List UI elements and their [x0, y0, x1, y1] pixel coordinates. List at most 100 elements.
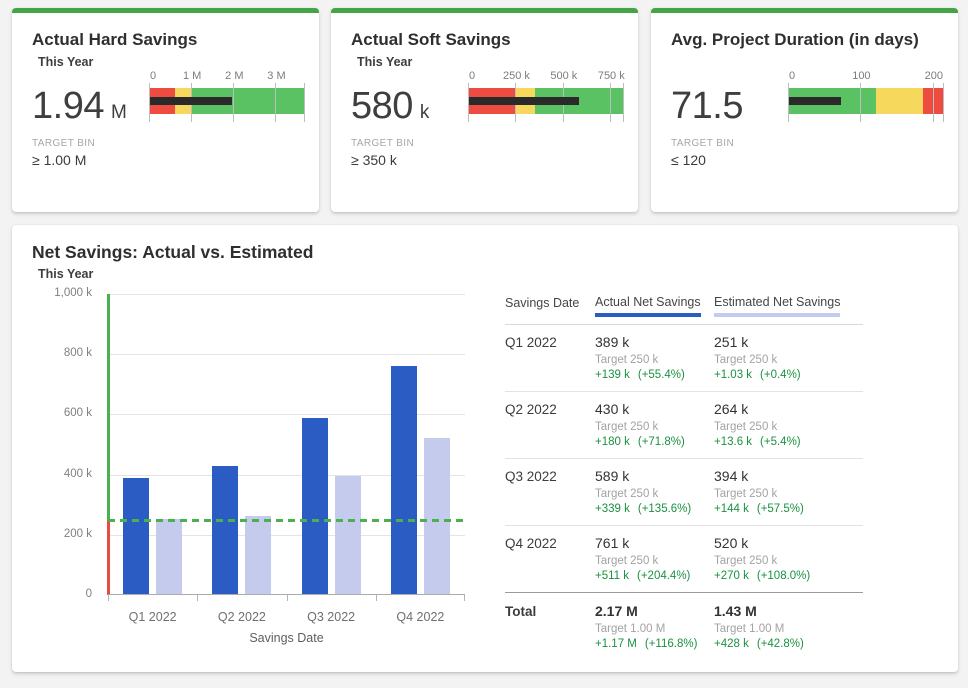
total-estimated-delta: +428 k(+42.8%): [714, 638, 863, 650]
estimated-bar[interactable]: [424, 438, 450, 595]
table-row-q1[interactable]: Q1 2022 389 k Target 250 k +139 k(+55.4%…: [505, 325, 863, 392]
chart-title: Net Savings: Actual vs. Estimated: [32, 242, 313, 263]
row-label: Q4 2022: [505, 535, 595, 582]
bullet-band: [789, 88, 944, 114]
bullet-axis-label: 250 k: [503, 70, 530, 82]
bullet-axis-label: 1 M: [183, 70, 201, 82]
bullet-axis-label: 2 M: [225, 70, 243, 82]
kpi-value-number: 580: [351, 85, 413, 128]
card-title: Avg. Project Duration (in days): [671, 30, 919, 50]
total-actual-value: 2.17 M: [595, 603, 714, 619]
actual-target: Target 250 k: [595, 421, 714, 433]
target-bin-label: TARGET BIN: [671, 138, 734, 149]
actual-delta: +339 k(+135.6%): [595, 503, 714, 515]
bullet-axis-label: 3 M: [267, 70, 285, 82]
y-axis-labels: 1,000 k 800 k 600 k 400 k 200 k 0: [12, 294, 100, 595]
actual-series-legend-bar: [595, 313, 701, 317]
estimated-series-legend-bar: [714, 313, 840, 317]
bar-group-q1-2022: [108, 294, 197, 595]
kpi-card-actual-hard-savings[interactable]: Actual Hard Savings This Year 1.94 M 01 …: [12, 8, 319, 212]
bullet-chart: 0 1 M 2 M 3 M: [150, 70, 305, 134]
bullet-band: [150, 88, 305, 114]
table-row-q3[interactable]: Q3 2022 589 k Target 250 k +339 k(+135.6…: [505, 459, 863, 526]
bullet-axis-labels: 0100200: [789, 70, 944, 84]
bullet-measure-bar: [469, 97, 579, 105]
table-row-q2[interactable]: Q2 2022 430 k Target 250 k +180 k(+71.8%…: [505, 392, 863, 459]
bullet-axis-labels: 0 1 M 2 M 3 M: [150, 70, 305, 84]
estimated-target: Target 250 k: [714, 421, 863, 433]
bar-group-q2-2022: [197, 294, 286, 595]
dashboard: { "colors": { "background": "#f3f3f3", "…: [0, 0, 968, 688]
y-axis-tick-label: 800 k: [64, 347, 92, 359]
estimated-bar[interactable]: [335, 476, 361, 595]
bullet-axis-label: 0: [150, 70, 156, 82]
bullet-axis-labels: 0250 k500 k750 k: [469, 70, 624, 84]
estimated-value: 251 k: [714, 334, 863, 350]
bullet-axis-label: 0: [469, 70, 475, 82]
bullet-tick-line: [860, 83, 861, 122]
actual-value: 589 k: [595, 468, 714, 484]
actual-delta: +139 k(+55.4%): [595, 369, 714, 381]
estimated-value: 394 k: [714, 468, 863, 484]
table-header-row: Savings Date Actual Net Savings Estimate…: [505, 295, 863, 325]
kpi-card-avg-project-duration[interactable]: Avg. Project Duration (in days) 71.5 010…: [651, 8, 958, 212]
net-savings-chart-card[interactable]: Net Savings: Actual vs. Estimated This Y…: [12, 225, 958, 672]
estimated-delta: +1.03 k(+0.4%): [714, 369, 863, 381]
y-axis-tick-label: 1,000 k: [54, 287, 92, 299]
y-axis-below-target-segment: [107, 520, 110, 595]
total-estimated-target: Target 1.00 M: [714, 623, 863, 635]
total-actual-delta: +1.17 M(+116.8%): [595, 638, 714, 650]
bullet-band: [469, 88, 624, 114]
actual-target: Target 250 k: [595, 354, 714, 366]
kpi-value: 580 k: [351, 85, 429, 128]
header-savings-date: Savings Date: [505, 295, 595, 310]
kpi-card-actual-soft-savings[interactable]: Actual Soft Savings This Year 580 k 0250…: [331, 8, 638, 212]
estimated-target: Target 250 k: [714, 555, 863, 567]
actual-delta: +511 k(+204.4%): [595, 570, 714, 582]
bullet-tick-line: [943, 83, 944, 122]
kpi-value: 71.5: [671, 85, 750, 128]
row-label: Q3 2022: [505, 468, 595, 515]
y-axis-tick-label: 400 k: [64, 468, 92, 480]
estimated-delta: +270 k(+108.0%): [714, 570, 863, 582]
bullet-axis-label: 750 k: [598, 70, 625, 82]
bullet-chart: 0100200: [789, 70, 944, 134]
estimated-value: 520 k: [714, 535, 863, 551]
actual-bar[interactable]: [212, 466, 238, 595]
chart-subtitle: This Year: [38, 267, 93, 281]
y-axis-tick-label: 0: [86, 588, 92, 600]
actual-bar[interactable]: [123, 478, 149, 595]
estimated-delta: +13.6 k(+5.4%): [714, 436, 863, 448]
bullet-tick-line: [304, 83, 305, 122]
card-subtitle: This Year: [38, 55, 93, 69]
card-subtitle: This Year: [357, 55, 412, 69]
x-axis-tick-label: Q1 2022: [108, 610, 197, 624]
actual-value: 761 k: [595, 535, 714, 551]
x-axis-tick-label: Q3 2022: [287, 610, 376, 624]
target-bin-value: ≥ 1.00 M: [32, 152, 86, 168]
table-row-total[interactable]: Total 2.17 M Target 1.00 M +1.17 M(+116.…: [505, 592, 863, 660]
bullet-axis-label: 200: [925, 70, 943, 82]
actual-value: 430 k: [595, 401, 714, 417]
x-axis-tick: [464, 595, 465, 601]
y-axis-above-target-segment: [107, 294, 110, 520]
total-estimated-value: 1.43 M: [714, 603, 863, 619]
actual-bar[interactable]: [391, 366, 417, 595]
row-label: Q1 2022: [505, 334, 595, 381]
x-axis-title: Savings Date: [108, 631, 465, 645]
y-axis-tick-label: 600 k: [64, 407, 92, 419]
x-axis-tick: [376, 595, 377, 601]
table-row-q4[interactable]: Q4 2022 761 k Target 250 k +511 k(+204.4…: [505, 526, 863, 592]
x-axis-line: [108, 594, 465, 595]
y-axis-line: [107, 294, 110, 595]
card-title: Actual Hard Savings: [32, 30, 197, 50]
actual-bar[interactable]: [302, 418, 328, 595]
estimated-bar[interactable]: [156, 519, 182, 595]
header-estimated-net-savings: Estimated Net Savings: [714, 295, 840, 309]
estimated-bar[interactable]: [245, 516, 271, 595]
bar-group-q3-2022: [287, 294, 376, 595]
estimated-delta: +144 k(+57.5%): [714, 503, 863, 515]
total-actual-target: Target 1.00 M: [595, 623, 714, 635]
kpi-value-number: 71.5: [671, 85, 743, 128]
bar-group-q4-2022: [376, 294, 465, 595]
